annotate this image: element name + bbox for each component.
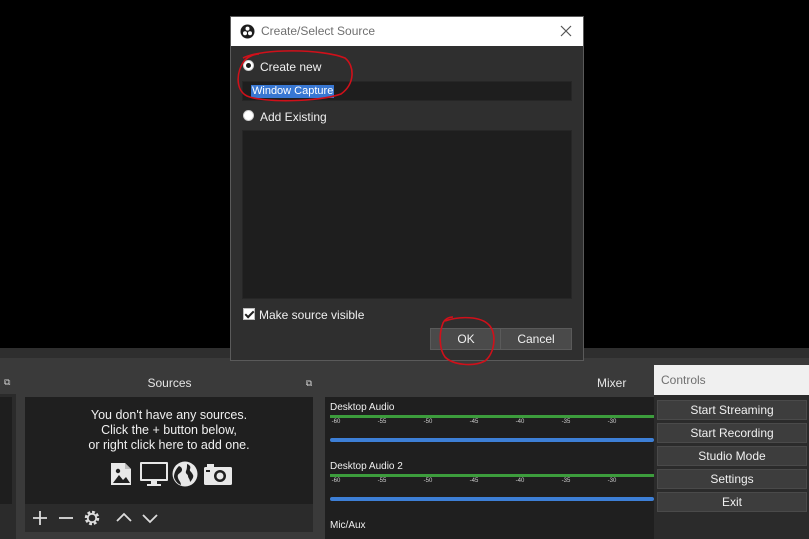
volume-slider[interactable] [330, 438, 654, 442]
meter-scale: -60 -55 -50 -45 -40 -35 -30 [330, 419, 654, 427]
create-new-label[interactable]: Create new [260, 60, 321, 74]
add-existing-label[interactable]: Add Existing [260, 110, 327, 124]
meter-tick-label: -55 [377, 478, 387, 484]
meter-tick-label: -45 [469, 478, 479, 484]
meter-tick-label: -35 [561, 478, 571, 484]
make-visible-label[interactable]: Make source visible [259, 308, 364, 322]
source-name-input[interactable]: Window Capture [242, 81, 572, 101]
meter-tick-label: -35 [561, 419, 571, 425]
controls-panel: Start Streaming Start Recording Studio M… [654, 395, 809, 539]
obs-logo-icon [240, 24, 255, 39]
meter-tick-label: -30 [607, 478, 617, 484]
audio-mixer: Desktop Audio -60 -55 -50 -45 -40 -35 -3… [325, 397, 654, 539]
move-source-up-button[interactable] [114, 508, 134, 528]
sources-toolbar [25, 504, 313, 532]
meter-tick-label: -50 [423, 478, 433, 484]
create-select-source-dialog: Create/Select Source Create new Window C… [230, 16, 584, 361]
mixer-dock-title: Mixer [322, 372, 654, 394]
meter-tick-label: -60 [331, 419, 341, 425]
move-source-down-button[interactable] [140, 508, 160, 528]
empty-message-line: Click the + button below, [101, 423, 237, 437]
close-icon[interactable] [560, 25, 572, 37]
undock-icon[interactable]: ⧉ [4, 378, 12, 387]
meter-tick-label: -40 [515, 478, 525, 484]
exit-button[interactable]: Exit [657, 492, 807, 512]
sources-title-label: Sources [147, 376, 192, 390]
sources-empty-message: You don't have any sources. Click the + … [25, 408, 313, 453]
meter-tick-label: -30 [607, 419, 617, 425]
studio-mode-button[interactable]: Studio Mode [657, 446, 807, 466]
mixer-channel-name: Desktop Audio [330, 402, 395, 413]
mixer-title-label: Mixer [597, 376, 627, 390]
volume-slider[interactable] [330, 497, 654, 501]
camera-icon [203, 460, 232, 488]
display-icon [139, 460, 168, 488]
volume-meter [330, 415, 654, 418]
cancel-button[interactable]: Cancel [500, 328, 572, 350]
settings-button[interactable]: Settings [657, 469, 807, 489]
undock-icon[interactable]: ⧉ [305, 379, 313, 388]
meter-tick-label: -55 [377, 419, 387, 425]
create-new-radio[interactable] [243, 60, 254, 71]
meter-tick-label: -50 [423, 419, 433, 425]
start-streaming-button[interactable]: Start Streaming [657, 400, 807, 420]
source-name-value: Window Capture [251, 85, 335, 98]
empty-message-line: or right click here to add one. [88, 438, 250, 452]
mixer-channel-name: Mic/Aux [330, 520, 366, 531]
minus-icon [59, 517, 73, 519]
chevron-down-icon [142, 514, 158, 524]
mixer-channel-name: Desktop Audio 2 [330, 461, 403, 472]
scenes-dock-title: ⧉ [0, 372, 16, 394]
globe-icon [171, 460, 199, 488]
meter-tick-label: -45 [469, 419, 479, 425]
meter-scale: -60 -55 -50 -45 -40 -35 -30 [330, 478, 654, 486]
dialog-titlebar[interactable]: Create/Select Source [231, 17, 583, 46]
image-icon [107, 460, 135, 488]
ok-button[interactable]: OK [430, 328, 502, 350]
volume-meter [330, 474, 654, 477]
make-visible-checkbox[interactable] [243, 308, 255, 320]
meter-tick-label: -60 [331, 478, 341, 484]
add-existing-radio[interactable] [243, 110, 254, 121]
existing-sources-list[interactable] [242, 130, 572, 299]
add-source-button[interactable] [30, 508, 50, 528]
controls-title-label: Controls [661, 373, 706, 387]
dialog-title: Create/Select Source [261, 24, 376, 38]
chevron-up-icon [116, 512, 132, 522]
plus-icon [33, 511, 47, 525]
start-recording-button[interactable]: Start Recording [657, 423, 807, 443]
scenes-list[interactable] [0, 397, 12, 504]
sources-dock-title: Sources ⧉ [22, 372, 317, 394]
sources-list[interactable]: You don't have any sources. Click the + … [25, 397, 313, 504]
controls-dock-title: Controls [654, 365, 809, 395]
gear-icon [84, 510, 100, 526]
meter-tick-label: -40 [515, 419, 525, 425]
remove-source-button[interactable] [56, 508, 76, 528]
source-properties-button[interactable] [82, 508, 102, 528]
source-type-icons [107, 460, 232, 488]
empty-message-line: You don't have any sources. [90, 408, 248, 422]
